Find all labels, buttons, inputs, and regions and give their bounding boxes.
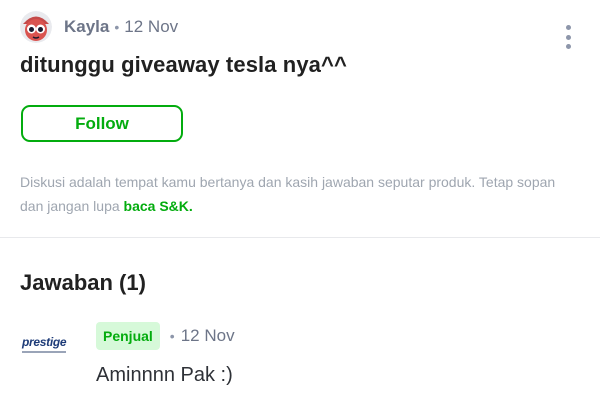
seller-logo-text: prestige — [22, 335, 67, 349]
answers-title: Jawaban (1) — [20, 270, 146, 295]
post-date: 12 Nov — [124, 17, 179, 36]
section-divider — [0, 237, 600, 238]
answer-date: 12 Nov — [180, 326, 235, 345]
answer-date-wrap: • 12 Nov — [170, 326, 235, 346]
seller-badge: Penjual — [96, 322, 160, 350]
more-vertical-icon[interactable] — [560, 25, 576, 49]
question-text: ditunggu giveaway tesla nya^^ — [20, 52, 347, 77]
separator-dot: • — [114, 19, 120, 35]
user-avatar-icon[interactable] — [20, 11, 52, 43]
author-name[interactable]: Kayla — [64, 17, 109, 37]
answer-item: prestige Penjual • 12 Nov Aminnnn Pak :) — [20, 322, 580, 392]
seller-logo-underline — [22, 351, 66, 353]
answer-text: Aminnnn Pak :) — [96, 364, 233, 386]
answer-meta: Penjual • 12 Nov — [96, 322, 235, 350]
terms-link[interactable]: baca S&K. — [124, 198, 193, 214]
follow-button[interactable]: Follow — [21, 105, 183, 142]
separator-dot: • — [169, 328, 175, 344]
seller-logo[interactable]: prestige — [22, 336, 74, 358]
disclaimer-text: Diskusi adalah tempat kamu bertanya dan … — [20, 174, 556, 214]
question-header: Kayla • 12 Nov — [20, 9, 580, 49]
discussion-disclaimer: Diskusi adalah tempat kamu bertanya dan … — [20, 170, 580, 218]
author-meta: Kayla • 12 Nov — [64, 17, 178, 37]
